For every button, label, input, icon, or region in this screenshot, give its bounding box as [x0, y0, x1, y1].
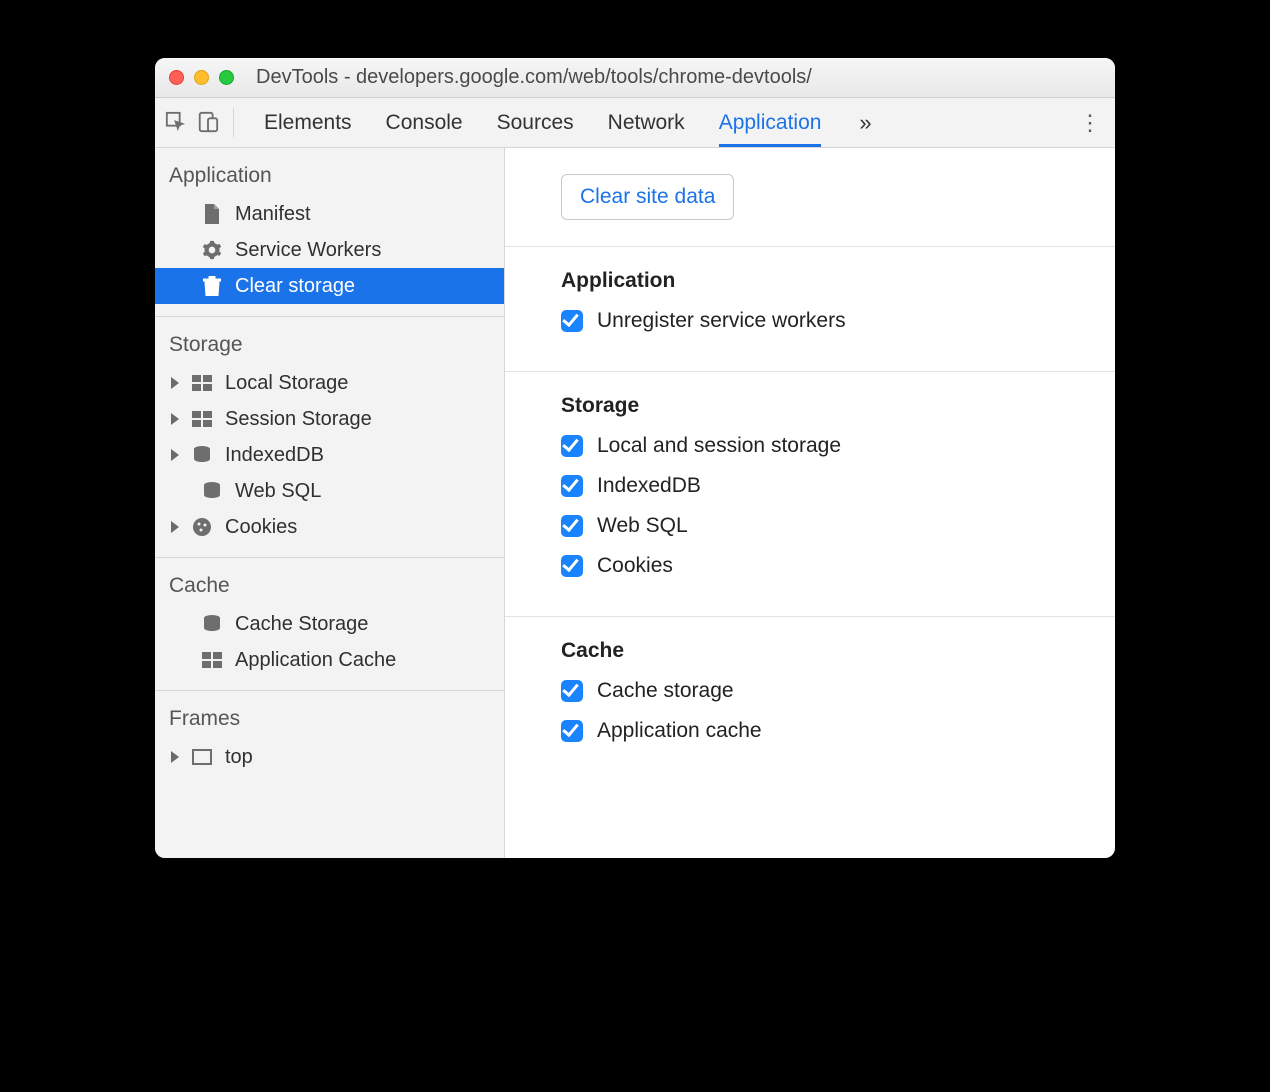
checkbox-label: Unregister service workers: [597, 309, 846, 333]
clear-storage-panel: Clear site data Application Unregister s…: [505, 148, 1115, 858]
gear-icon: [199, 240, 225, 260]
application-sidebar: Application Manifest Service Workers: [155, 148, 505, 858]
grid-icon: [189, 411, 215, 427]
sidebar-group-cache: Cache Cache Storage Application Cache: [155, 558, 504, 691]
sidebar-item-label: top: [225, 746, 253, 769]
section-cache: Cache Cache storage Application cache: [505, 617, 1115, 781]
sidebar-item-label: Session Storage: [225, 408, 372, 431]
checkbox-icon: [561, 310, 583, 332]
grid-icon: [199, 652, 225, 668]
sidebar-item-label: Cache Storage: [235, 613, 368, 636]
section-application: Application Unregister service workers: [505, 247, 1115, 372]
sidebar-item-cache-storage[interactable]: Cache Storage: [155, 606, 504, 642]
sidebar-item-application-cache[interactable]: Application Cache: [155, 642, 504, 678]
trash-icon: [199, 276, 225, 296]
checkbox-label: Application cache: [597, 719, 762, 743]
sidebar-item-local-storage[interactable]: Local Storage: [155, 365, 504, 401]
sidebar-item-label: Cookies: [225, 516, 297, 539]
clear-site-data-button[interactable]: Clear site data: [561, 174, 734, 220]
tab-console[interactable]: Console: [386, 98, 463, 147]
checkbox-cache-storage[interactable]: Cache storage: [561, 679, 1115, 703]
zoom-window-button[interactable]: [219, 70, 234, 85]
checkbox-icon: [561, 475, 583, 497]
sidebar-item-label: Service Workers: [235, 239, 381, 262]
sidebar-group-frames: Frames top: [155, 691, 504, 787]
sidebar-group-title: Frames: [155, 701, 504, 739]
devtools-menu-button[interactable]: ⋮: [1075, 110, 1105, 136]
checkbox-icon: [561, 720, 583, 742]
sidebar-group-title: Storage: [155, 327, 504, 365]
checkbox-application-cache[interactable]: Application cache: [561, 719, 1115, 743]
sidebar-item-cookies[interactable]: Cookies: [155, 509, 504, 545]
tab-elements[interactable]: Elements: [264, 98, 352, 147]
checkbox-indexeddb[interactable]: IndexedDB: [561, 474, 1115, 498]
sidebar-item-label: Web SQL: [235, 480, 321, 503]
close-window-button[interactable]: [169, 70, 184, 85]
checkbox-cookies[interactable]: Cookies: [561, 554, 1115, 578]
clear-site-data-row: Clear site data: [505, 148, 1115, 247]
expand-caret-icon: [171, 413, 179, 425]
sidebar-group-storage: Storage Local Storage Session Storage: [155, 317, 504, 558]
expand-caret-icon: [171, 377, 179, 389]
sidebar-group-application: Application Manifest Service Workers: [155, 148, 504, 317]
checkbox-label: Cookies: [597, 554, 673, 578]
sidebar-item-service-workers[interactable]: Service Workers: [155, 232, 504, 268]
frame-icon: [189, 749, 215, 765]
checkbox-unregister-service-workers[interactable]: Unregister service workers: [561, 309, 1115, 333]
grid-icon: [189, 375, 215, 391]
file-icon: [199, 204, 225, 224]
titlebar: DevTools - developers.google.com/web/too…: [155, 58, 1115, 98]
sidebar-item-top-frame[interactable]: top: [155, 739, 504, 775]
checkbox-icon: [561, 680, 583, 702]
sidebar-item-indexeddb[interactable]: IndexedDB: [155, 437, 504, 473]
database-icon: [199, 614, 225, 634]
tab-network[interactable]: Network: [608, 98, 685, 147]
section-storage: Storage Local and session storage Indexe…: [505, 372, 1115, 617]
sidebar-group-title: Application: [155, 158, 504, 196]
sidebar-item-label: Local Storage: [225, 372, 348, 395]
checkbox-label: Local and session storage: [597, 434, 841, 458]
sidebar-item-label: Manifest: [235, 203, 311, 226]
cookie-icon: [189, 517, 215, 537]
checkbox-icon: [561, 515, 583, 537]
traffic-lights: [169, 70, 234, 85]
checkbox-websql[interactable]: Web SQL: [561, 514, 1115, 538]
section-title: Application: [561, 269, 1115, 293]
device-toolbar-icon[interactable]: [197, 111, 219, 133]
sidebar-item-label: IndexedDB: [225, 444, 324, 467]
window-title: DevTools - developers.google.com/web/too…: [256, 66, 812, 89]
sidebar-item-session-storage[interactable]: Session Storage: [155, 401, 504, 437]
tab-application[interactable]: Application: [719, 98, 822, 147]
checkbox-label: Web SQL: [597, 514, 688, 538]
devtools-tabstrip: Elements Console Sources Network Applica…: [155, 98, 1115, 148]
expand-caret-icon: [171, 449, 179, 461]
sidebar-item-clear-storage[interactable]: Clear storage: [155, 268, 504, 304]
sidebar-group-title: Cache: [155, 568, 504, 606]
checkbox-label: IndexedDB: [597, 474, 701, 498]
checkbox-icon: [561, 435, 583, 457]
tabs-overflow-button[interactable]: »: [859, 110, 871, 136]
checkbox-local-session-storage[interactable]: Local and session storage: [561, 434, 1115, 458]
devtools-window: DevTools - developers.google.com/web/too…: [155, 58, 1115, 858]
sidebar-item-manifest[interactable]: Manifest: [155, 196, 504, 232]
section-title: Cache: [561, 639, 1115, 663]
expand-caret-icon: [171, 521, 179, 533]
sidebar-item-websql[interactable]: Web SQL: [155, 473, 504, 509]
panel-tabs: Elements Console Sources Network Applica…: [264, 98, 821, 147]
minimize-window-button[interactable]: [194, 70, 209, 85]
expand-caret-icon: [171, 751, 179, 763]
checkbox-icon: [561, 555, 583, 577]
sidebar-item-label: Application Cache: [235, 649, 396, 672]
checkbox-label: Cache storage: [597, 679, 734, 703]
sidebar-item-label: Clear storage: [235, 275, 355, 298]
section-title: Storage: [561, 394, 1115, 418]
database-icon: [199, 481, 225, 501]
database-icon: [189, 445, 215, 465]
tab-sources[interactable]: Sources: [497, 98, 574, 147]
inspect-element-icon[interactable]: [165, 111, 187, 133]
